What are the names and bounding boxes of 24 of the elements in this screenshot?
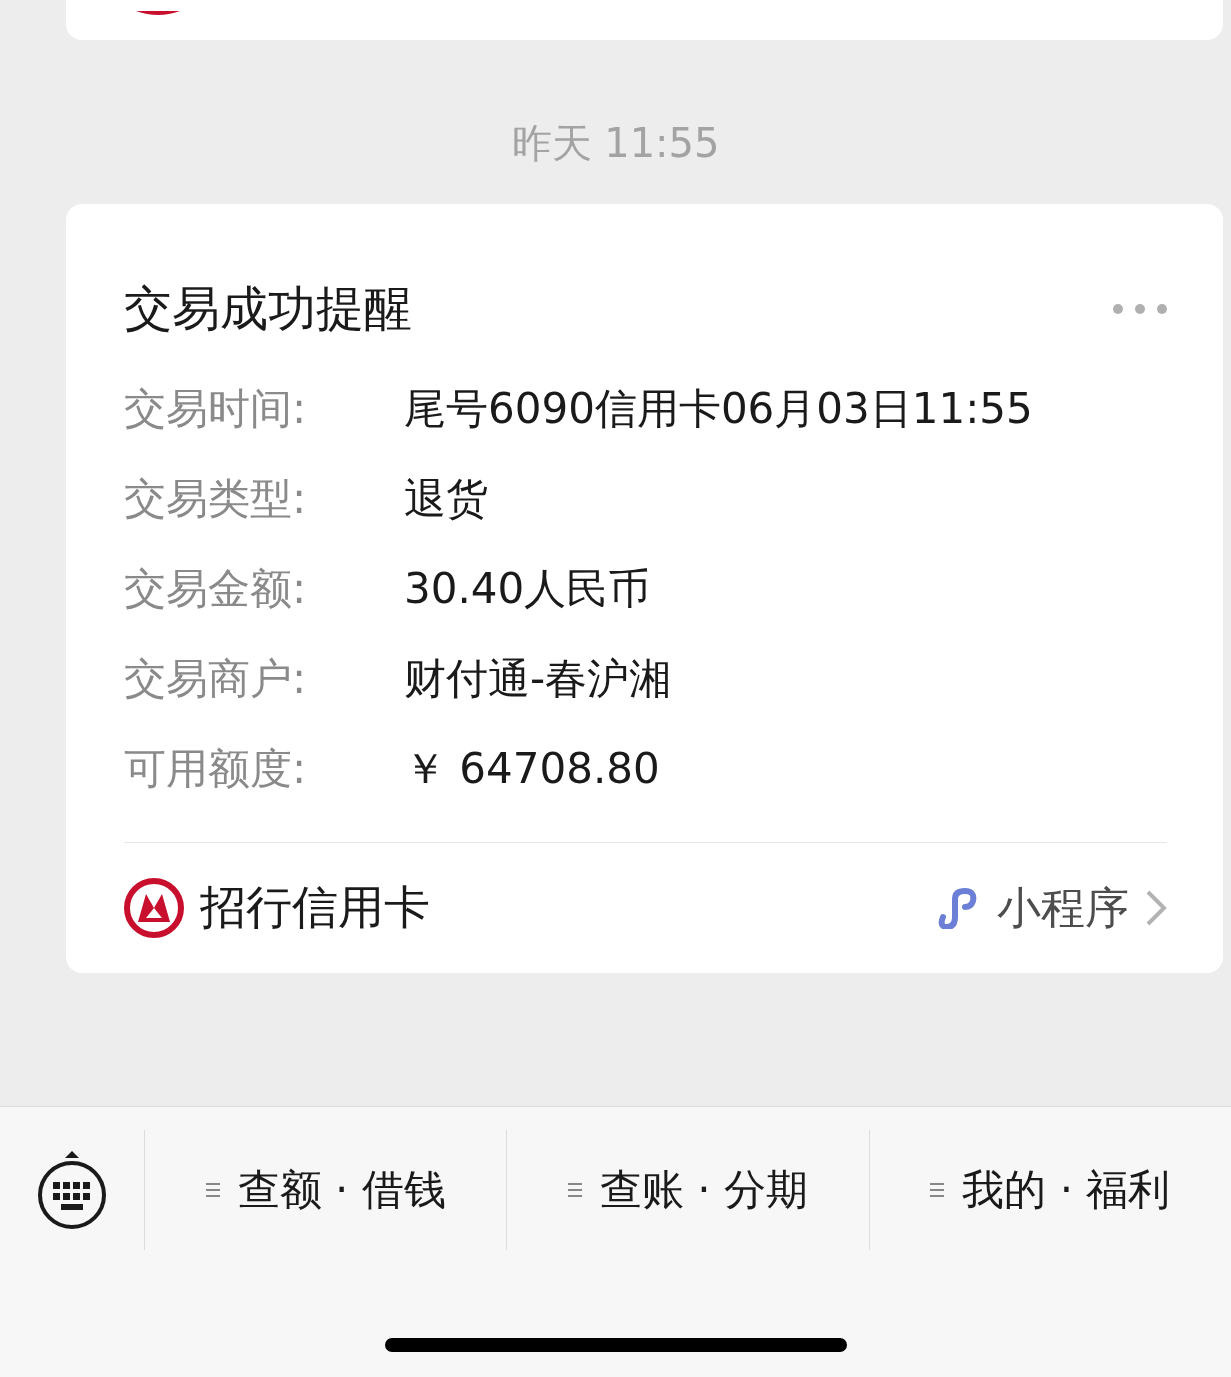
field-value: 财付通-春沪湘 [404,653,672,705]
bank-logo-icon [124,878,184,938]
menu-icon [567,1183,582,1197]
field-label: 交易金额: [124,563,308,615]
field-label: 交易时间: [124,383,308,435]
field-label: 交易类型: [124,473,308,525]
timestamp: 昨天 11:55 [511,119,720,168]
card-title: 交易成功提醒 [124,279,412,338]
mini-program-link[interactable]: 小程序 [935,878,1167,938]
field-value: 退货 [404,473,488,525]
field-label: 可用额度: [124,743,308,795]
field-label: 交易商户: [124,653,308,705]
field-value: ￥ 64708.80 [404,743,660,795]
field-value: 尾号6090信用卡06月03日11:55 [404,383,1033,435]
menu-icon [930,1183,945,1197]
menu-button[interactable]: 查额 · 借钱 [145,1130,508,1250]
menu-button[interactable]: 查账 · 分期 [507,1130,870,1250]
menu-button[interactable]: 我的 · 福利 [869,1130,1231,1250]
keyboard-icon[interactable] [36,1148,108,1232]
menu-icon [205,1183,220,1197]
field-value: 30.40人民币 [404,563,651,615]
bank-name: 招行信用卡 [200,879,431,936]
bank-logo-icon [136,11,180,15]
chevron-right-icon [1145,889,1167,927]
